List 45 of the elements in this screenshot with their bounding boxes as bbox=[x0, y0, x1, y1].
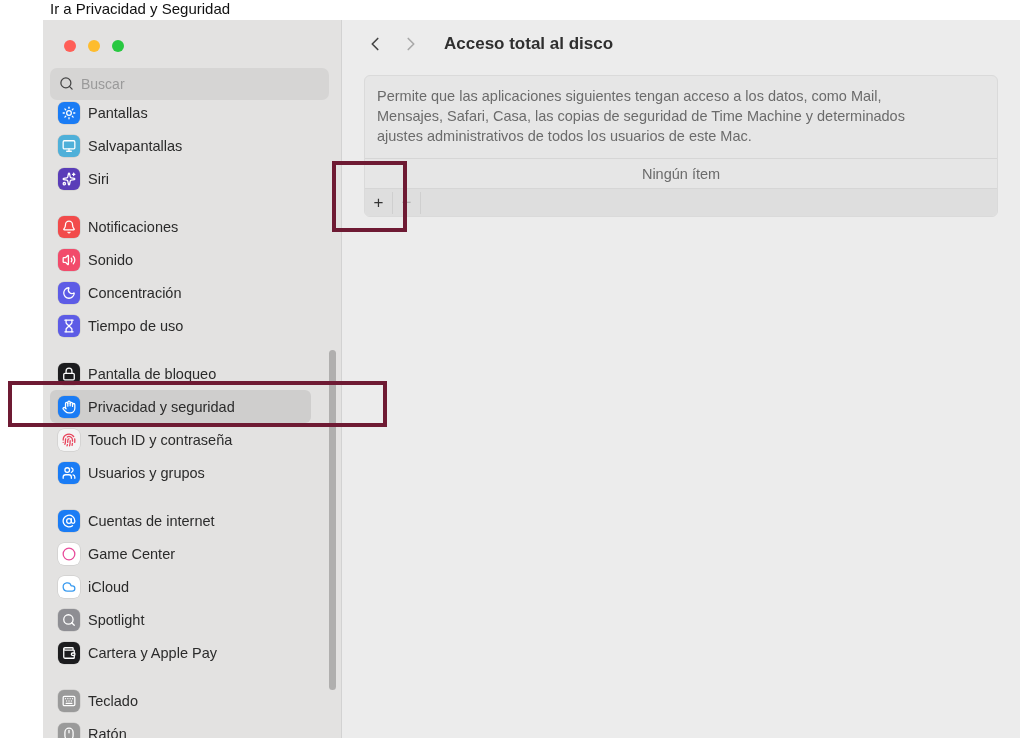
zoom-icon[interactable] bbox=[112, 40, 124, 52]
item-label: Salvapantallas bbox=[88, 137, 183, 154]
sidebar-item[interactable]: Pantalla de bloqueo bbox=[50, 357, 311, 390]
close-icon[interactable] bbox=[64, 40, 76, 52]
item-label: Usuarios y grupos bbox=[88, 464, 205, 481]
sidebar-item[interactable]: Tiempo de uso bbox=[50, 309, 311, 342]
search-icon bbox=[59, 76, 74, 91]
add-button[interactable]: + bbox=[365, 191, 393, 214]
sidebar-item[interactable]: Privacidad y seguridad bbox=[50, 390, 311, 423]
item-label: iCloud bbox=[88, 578, 130, 595]
sidebar-item[interactable]: Notificaciones bbox=[50, 210, 311, 243]
sidebar-item[interactable]: Usuarios y grupos bbox=[50, 456, 311, 489]
item-label: Siri bbox=[88, 170, 109, 187]
sidebar-item[interactable]: Spotlight bbox=[50, 603, 311, 636]
sidebar-item[interactable]: Game Center bbox=[50, 537, 311, 570]
description-text: Permite que las aplicaciones siguientes tengan acceso a los datos, como Mail, Mensajes, Safari, Casa, las copias de seguridad de Time Machine y determinados ajustes administrativos de todos los usuarios de este Mac. bbox=[376, 87, 906, 146]
scrollbar[interactable] bbox=[329, 350, 336, 690]
item-label: Concentración bbox=[88, 284, 182, 301]
item-label: Sonido bbox=[88, 251, 134, 268]
item-label: Game Center bbox=[88, 545, 176, 562]
sidebar-item[interactable]: Cartera y Apple Pay bbox=[50, 636, 311, 669]
sidebar-item[interactable]: Cuentas de internet bbox=[50, 504, 311, 537]
sidebar-item[interactable]: iCloud bbox=[50, 570, 311, 603]
item-label: Touch ID y contraseña bbox=[88, 431, 233, 448]
page-title: Acceso total al disco bbox=[444, 34, 614, 54]
item-label: Cartera y Apple Pay bbox=[88, 644, 217, 661]
item-label: Pantalla de bloqueo bbox=[88, 365, 217, 382]
sidebar-item[interactable]: Sonido bbox=[50, 243, 311, 276]
sidebar-item[interactable]: Touch ID y contraseña bbox=[50, 423, 311, 456]
item-label: Tiempo de uso bbox=[88, 317, 184, 334]
item-label: Ratón bbox=[88, 725, 127, 738]
sidebar-item[interactable]: Ratón bbox=[50, 717, 311, 738]
item-label: Cuentas de internet bbox=[88, 512, 215, 529]
item-label: Privacidad y seguridad bbox=[88, 398, 235, 415]
item-label: Pantallas bbox=[88, 104, 148, 121]
caption-text: Ir a Privacidad y Seguridad bbox=[49, 0, 232, 19]
search-field[interactable]: Buscar bbox=[50, 68, 329, 100]
sidebar-item[interactable]: Salvapantallas bbox=[50, 129, 311, 162]
sidebar-item[interactable]: Concentración bbox=[50, 276, 311, 309]
item-label: Teclado bbox=[88, 692, 138, 709]
sidebar-item[interactable]: Teclado bbox=[50, 684, 311, 717]
sidebar-item[interactable]: Siri bbox=[50, 162, 311, 195]
minimize-icon[interactable] bbox=[88, 40, 100, 52]
item-label: Spotlight bbox=[88, 611, 145, 628]
item-label: Notificaciones bbox=[88, 218, 179, 235]
